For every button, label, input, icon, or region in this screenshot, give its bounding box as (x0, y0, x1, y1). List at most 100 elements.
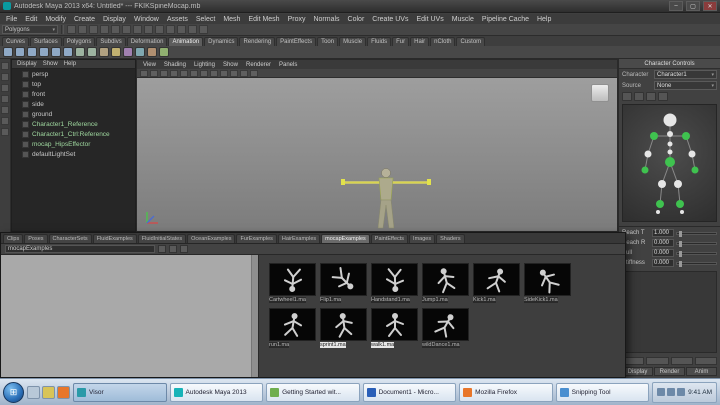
hik-settings-icon[interactable] (658, 92, 668, 101)
menu-item[interactable]: Color (344, 16, 369, 23)
open-scene-icon[interactable] (78, 25, 87, 34)
snap-to-view-plane-icon[interactable] (155, 25, 164, 34)
maximize-button[interactable]: ▢ (686, 1, 700, 11)
move-layer-up-icon[interactable] (670, 357, 693, 365)
menuset-dropdown[interactable]: Polygons (2, 25, 58, 34)
Handstand1.ma[interactable]: Handstand1.ma (371, 263, 418, 304)
menu-item[interactable]: Display (99, 16, 130, 23)
wildDance1.ma[interactable]: wildDance1.ma (422, 308, 469, 349)
attribute-slider[interactable] (676, 240, 717, 247)
minimize-button[interactable]: – (669, 1, 683, 11)
attribute-value-field[interactable]: 0.000 (652, 239, 674, 247)
attribute-value-field[interactable]: 0.000 (652, 259, 674, 267)
bevel-icon[interactable] (159, 47, 169, 57)
menu-item[interactable]: Select (192, 16, 219, 23)
outliner-item[interactable]: side (12, 99, 135, 109)
view-cube[interactable] (591, 84, 609, 102)
shelf-tab[interactable]: Surfaces (30, 37, 62, 46)
shelf-tab[interactable]: Toon (317, 37, 339, 46)
bookmark-icon[interactable] (170, 69, 178, 77)
visor-tab[interactable]: FurExamples (236, 234, 277, 243)
body-part-selector[interactable] (622, 104, 717, 222)
outliner-menu-item[interactable]: Help (62, 61, 78, 67)
menu-item[interactable]: Edit UVs (412, 16, 447, 23)
redo-icon[interactable] (111, 25, 120, 34)
outliner-item[interactable]: persp (12, 69, 135, 79)
render-current-frame-icon[interactable] (177, 25, 186, 34)
select-tool-icon[interactable] (1, 62, 9, 70)
menu-item[interactable]: Window (130, 16, 163, 23)
start-button[interactable]: ⊞ (3, 381, 24, 403)
menu-item[interactable]: Muscle (448, 16, 478, 23)
ipr-render-icon[interactable] (188, 25, 197, 34)
shelf-tab[interactable]: Polygons (62, 37, 96, 46)
rotate-tool-icon[interactable] (1, 106, 9, 114)
taskbar-window-button[interactable]: Document1 - Micro... (362, 382, 457, 402)
explorer-icon[interactable] (42, 385, 55, 399)
grid-icon[interactable] (210, 69, 218, 77)
menu-item[interactable]: Edit (21, 16, 41, 23)
hik-start-tab-icon[interactable] (622, 92, 632, 101)
outliner-item[interactable]: front (12, 89, 135, 99)
gate-mask-icon[interactable] (240, 69, 248, 77)
menu-item[interactable]: Edit Mesh (244, 16, 283, 23)
action-center-icon[interactable] (677, 388, 686, 396)
menu-item[interactable]: Proxy (284, 16, 310, 23)
camera-attributes-icon[interactable] (160, 69, 168, 77)
safe-action-icon[interactable] (250, 69, 258, 77)
outliner-item[interactable]: defaultLightSet (12, 149, 135, 159)
boolean-union-icon[interactable] (123, 47, 133, 57)
menu-item[interactable]: Create UVs (368, 16, 412, 23)
snap-to-curve-icon[interactable] (133, 25, 142, 34)
2d-pan-zoom-icon[interactable] (190, 69, 198, 77)
firefox-quicklaunch-icon[interactable] (57, 385, 70, 399)
paint-select-tool-icon[interactable] (1, 84, 9, 92)
close-button[interactable]: ✕ (703, 1, 717, 11)
show-desktop-icon[interactable] (27, 385, 40, 399)
new-scene-icon[interactable] (67, 25, 76, 34)
outliner-menu-item[interactable]: Show (41, 61, 60, 67)
shelf-tab[interactable]: PaintEffects (276, 37, 317, 46)
viewport-menu-item[interactable]: Panels (276, 62, 300, 68)
shelf-tab[interactable]: Curves (2, 37, 30, 46)
hik-definition-tab-icon[interactable] (634, 92, 644, 101)
poly-plane-icon[interactable] (51, 47, 61, 57)
undo-icon[interactable] (100, 25, 109, 34)
outliner-item[interactable]: Character1_Reference (12, 119, 135, 129)
poly-helix-icon[interactable] (99, 47, 109, 57)
lasso-tool-icon[interactable] (1, 73, 9, 81)
poly-sphere-icon[interactable] (3, 47, 13, 57)
walk1.ma[interactable]: walk1.ma (371, 308, 418, 349)
SideKick1.ma[interactable]: SideKick1.ma (524, 263, 571, 304)
visor-folder-tree[interactable] (1, 255, 259, 377)
menu-item[interactable]: Assets (163, 16, 192, 23)
visor-tab[interactable]: CharacterSets (48, 234, 92, 243)
sprint1.ma[interactable]: sprint1.ma (320, 308, 367, 349)
taskbar-window-button[interactable]: Mozilla Firefox (459, 382, 553, 402)
shelf-tab[interactable]: Hair (410, 37, 430, 46)
taskbar-window-button[interactable]: Autodesk Maya 2013 (169, 382, 264, 402)
taskbar-window-button[interactable]: Visor (73, 382, 167, 402)
visor-tab[interactable]: PaintEffects (370, 234, 409, 243)
visor-refresh-icon[interactable] (158, 245, 166, 253)
visor-grid-view-icon[interactable] (169, 245, 177, 253)
viewport-menu-item[interactable]: Renderer (243, 62, 274, 68)
shelf-tab[interactable]: Dynamics (204, 37, 239, 46)
attribute-value-field[interactable]: 0.000 (652, 249, 674, 257)
menu-item[interactable]: Mesh (219, 16, 244, 23)
render-settings-icon[interactable] (199, 25, 208, 34)
menu-item[interactable]: Create (70, 16, 99, 23)
shelf-tab[interactable]: Deformation (126, 37, 168, 46)
shelf-tab[interactable]: Animation (168, 37, 204, 46)
make-live-icon[interactable] (166, 25, 175, 34)
Cartwheel1.ma[interactable]: Cartwheel1.ma (269, 263, 316, 304)
poly-pipe-icon[interactable] (87, 47, 97, 57)
shelf-tab[interactable]: nCloth (430, 37, 456, 46)
character-mesh[interactable] (341, 166, 431, 231)
outliner-item[interactable]: ground (12, 109, 135, 119)
layer-list[interactable] (622, 271, 717, 353)
shelf-tab[interactable]: Fluids (367, 37, 392, 46)
extrude-icon[interactable] (147, 47, 157, 57)
image-plane-icon[interactable] (180, 69, 188, 77)
tree-scrollbar[interactable] (251, 255, 258, 377)
